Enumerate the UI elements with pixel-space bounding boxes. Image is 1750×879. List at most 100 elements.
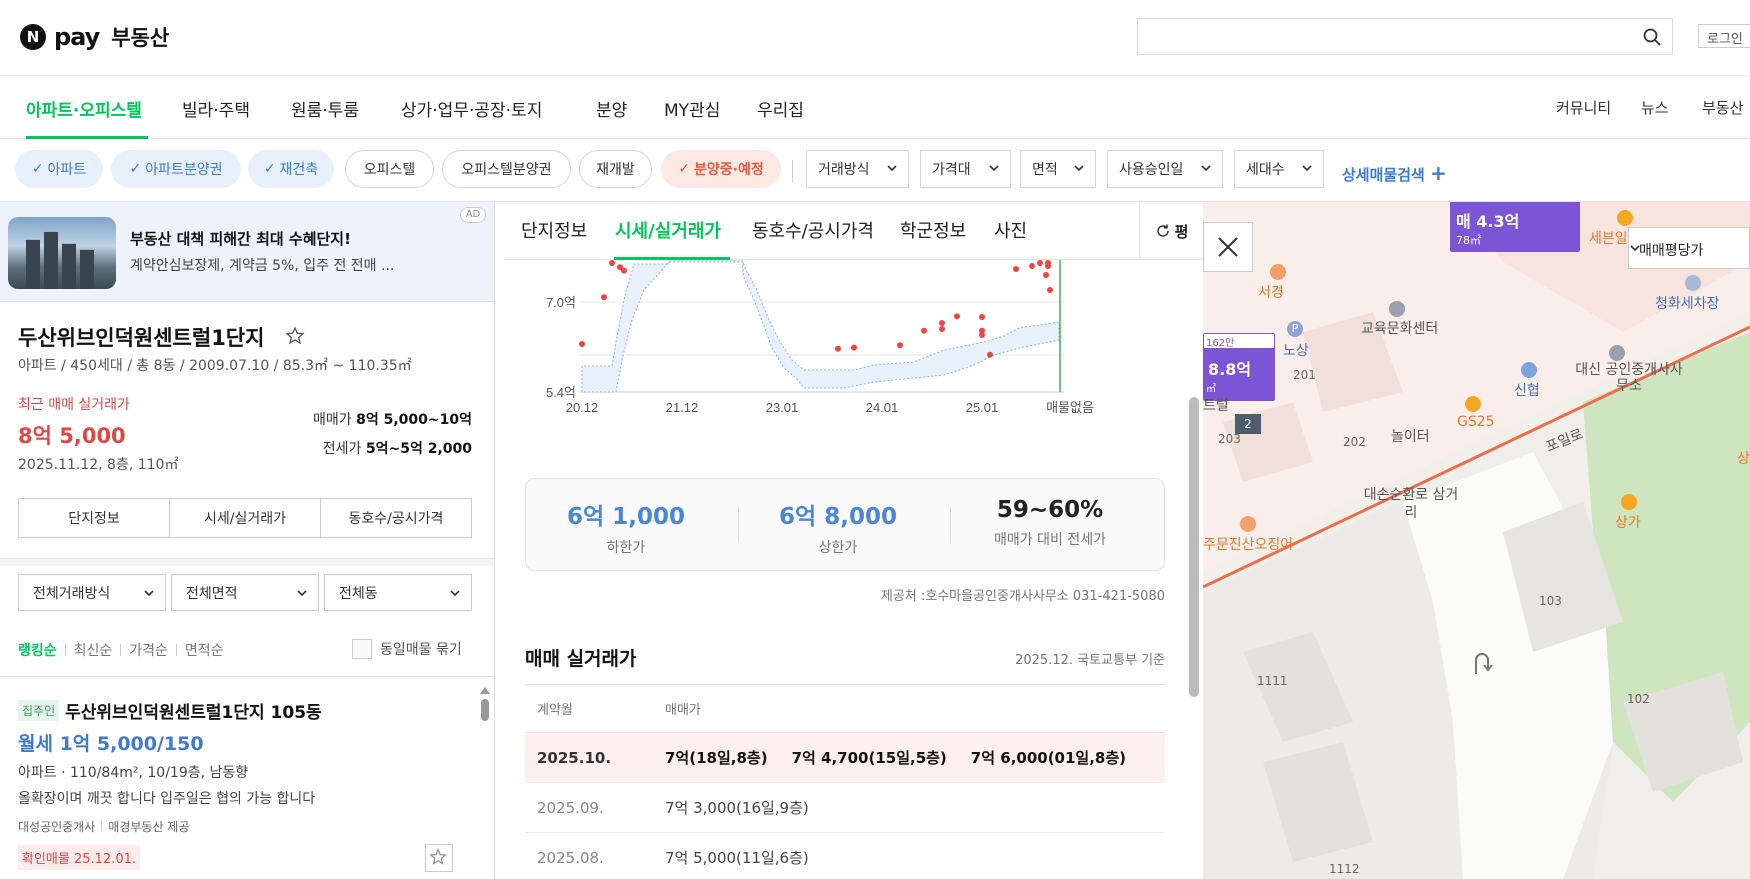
sort-area[interactable]: 면적순 — [185, 640, 224, 660]
deal-point[interactable] — [1037, 260, 1043, 266]
poi-agency[interactable]: 대신 공인중개사사무소 — [1569, 362, 1689, 394]
nav-my-interest[interactable]: MY관심 — [664, 96, 720, 121]
stat-value: 6억 8,000 — [779, 504, 897, 530]
listing-item[interactable]: 집주인 두산위브인덕원센트럴1단지 105동 월세 1억 5,000/150 아파… — [18, 698, 468, 870]
nav-commercial-land[interactable]: 상가·업무·공장·토지 — [401, 96, 542, 121]
favorite-star-icon[interactable] — [285, 326, 305, 346]
nav-my-home[interactable]: 우리집 — [757, 96, 804, 121]
nav-apartment-officetel[interactable]: 아파트·오피스텔 — [26, 96, 142, 121]
deal-point[interactable] — [979, 314, 985, 320]
ad-banner[interactable]: 부동산 대책 피해간 최대 수혜단지! 계약안심보장제, 계약금 5%, 입주 … — [0, 202, 494, 302]
chip-reconstruction[interactable]: ✓ 재건축 — [248, 150, 334, 188]
deal-point[interactable] — [601, 294, 607, 301]
plus-icon: + — [1430, 161, 1447, 185]
login-button[interactable]: 로그인 — [1698, 24, 1750, 48]
deal-point[interactable] — [621, 267, 627, 274]
nav-presale[interactable]: 분양 — [596, 96, 627, 121]
deal-point[interactable] — [835, 345, 841, 352]
deal-point[interactable] — [939, 326, 945, 332]
poi-central[interactable]: 트럴 — [1203, 395, 1229, 415]
list-filter-trade[interactable]: 전체거래방식 — [18, 574, 166, 611]
tab-school-info[interactable]: 학군정보 — [900, 217, 966, 243]
list-scrollbar[interactable] — [478, 685, 492, 879]
deal-point[interactable] — [1029, 263, 1035, 269]
chip-presale-ongoing[interactable]: ✓ 분양중·예정 — [661, 150, 781, 188]
poi-seogyeong[interactable]: 서경 — [1258, 282, 1284, 302]
poi-gs25[interactable]: GS25 — [1457, 414, 1495, 430]
deal-point[interactable] — [1043, 272, 1049, 278]
nav-oneroom-tworoom[interactable]: 원룸·투룸 — [291, 96, 359, 121]
price-type-dropdown[interactable]: 매매평당가 — [1628, 227, 1750, 269]
parking-icon: P — [1287, 321, 1303, 337]
tab-price-deals[interactable]: 시세/실거래가 — [170, 499, 321, 537]
deal-point[interactable] — [1047, 287, 1053, 293]
poi-education-center[interactable]: 교육문화센터 — [1361, 318, 1438, 338]
group-same-listing-checkbox[interactable]: 동일매물 묶기 — [352, 639, 462, 659]
sort-price[interactable]: 가격순 — [129, 640, 168, 660]
nav-realestate[interactable]: 부동산 — [1702, 97, 1743, 118]
dropdown-area[interactable]: 면적 — [1020, 150, 1096, 188]
pyeong-toggle[interactable]: 평 — [1139, 202, 1203, 260]
dropdown-approval-date[interactable]: 사용승인일 — [1107, 150, 1223, 188]
search-input[interactable] — [1137, 18, 1673, 55]
dropdown-trade-type[interactable]: 거래방식 — [806, 150, 909, 188]
poi-squid-restaurant[interactable]: 주문진산오징어 — [1203, 534, 1293, 554]
deal-point[interactable] — [579, 341, 585, 347]
sort-latest[interactable]: 최신순 — [74, 640, 113, 660]
chip-officetel-presale[interactable]: 오피스텔분양권 — [442, 150, 571, 188]
table-row[interactable]: 2025.08. 7억 5,000(11일,6층) — [525, 833, 1165, 879]
chip-label: 아파트 — [47, 162, 87, 178]
tab-unit-official-price[interactable]: 동호수/공시가격 — [752, 217, 874, 243]
nav-news[interactable]: 뉴스 — [1641, 97, 1669, 118]
deal-point[interactable] — [921, 327, 927, 334]
poi-seven[interactable]: 세븐일 — [1589, 228, 1628, 248]
poi-parking[interactable]: 노상 — [1283, 340, 1309, 360]
deal-point[interactable] — [1045, 263, 1051, 269]
chip-apartment[interactable]: ✓ 아파트 — [15, 150, 103, 188]
detail-panel: 단지정보 시세/실거래가 동호수/공시가격 학군정보 사진 평 20.12 21.… — [504, 202, 1203, 879]
deal-point[interactable] — [987, 351, 993, 358]
list-filter-area[interactable]: 전체면적 — [171, 574, 319, 611]
price-pin[interactable]: 매 4.3억 78㎡ — [1450, 202, 1580, 252]
detail-search-button[interactable]: 상세매물검색 + — [1342, 161, 1447, 185]
nav-community[interactable]: 커뮤니티 — [1556, 97, 1611, 118]
sort-ranking[interactable]: 랭킹순 — [18, 640, 57, 660]
poi-playground[interactable]: 놀이터 — [1391, 426, 1430, 446]
naver-pay-logo[interactable]: N pay 부동산 — [20, 22, 169, 52]
list-filter-building[interactable]: 전체동 — [324, 574, 472, 611]
poi-sinhyup[interactable]: 신협 — [1514, 380, 1540, 400]
table-row[interactable]: 2025.10. 7억(18일,8층) 7억 4,700(15일,5층) 7억 … — [525, 733, 1165, 783]
table-row[interactable]: 2025.09. 7억 3,000(16일,9층) — [525, 783, 1165, 833]
deal-point[interactable] — [851, 344, 857, 351]
deal-point[interactable] — [1013, 266, 1019, 272]
deal-point[interactable] — [609, 260, 615, 266]
search-icon[interactable] — [1642, 27, 1662, 47]
tab-complex-info[interactable]: 단지정보 — [19, 499, 170, 537]
deal-point[interactable] — [979, 332, 985, 338]
detail-scrollbar[interactable] — [1189, 397, 1199, 697]
checkbox-box[interactable] — [352, 639, 372, 659]
poi-intersection[interactable]: 대손순환로 삼거리 — [1361, 486, 1461, 522]
nav-villa-house[interactable]: 빌라·주택 — [182, 96, 250, 121]
pin-count-badge[interactable]: 2 — [1235, 414, 1261, 434]
poi-edge[interactable]: 상 — [1737, 448, 1750, 468]
tab-photos[interactable]: 사진 — [994, 217, 1027, 243]
deal-point[interactable] — [954, 313, 960, 320]
tab-complex-info[interactable]: 단지정보 — [521, 217, 587, 243]
listing-favorite-button[interactable] — [425, 844, 453, 872]
refresh-icon — [1156, 224, 1169, 237]
chip-officetel[interactable]: 오피스텔 — [345, 150, 434, 188]
dropdown-households[interactable]: 세대수 — [1234, 150, 1324, 188]
deal-point[interactable] — [897, 342, 903, 349]
price-pin[interactable]: 162만 8.8억 ㎡ — [1203, 333, 1275, 401]
map-view[interactable]: 매 4.3억 78㎡ 162만 8.8억 ㎡ 2 매매평당가 세븐일 서경 청화… — [1203, 202, 1750, 879]
close-panel-button[interactable] — [1203, 222, 1253, 272]
tab-price-deals[interactable]: 시세/실거래가 — [615, 217, 721, 243]
dropdown-price[interactable]: 가격대 — [920, 150, 1011, 188]
tab-unit-official-price[interactable]: 동호수/공시가격 — [321, 499, 471, 537]
deal-point[interactable] — [939, 320, 945, 326]
poi-shopping[interactable]: 상가 — [1615, 512, 1641, 532]
chip-redevelopment[interactable]: 재개발 — [579, 150, 652, 188]
poi-carwash[interactable]: 청화세차장 — [1655, 293, 1719, 313]
chip-apartment-presale[interactable]: ✓ 아파트분양권 — [111, 150, 241, 188]
